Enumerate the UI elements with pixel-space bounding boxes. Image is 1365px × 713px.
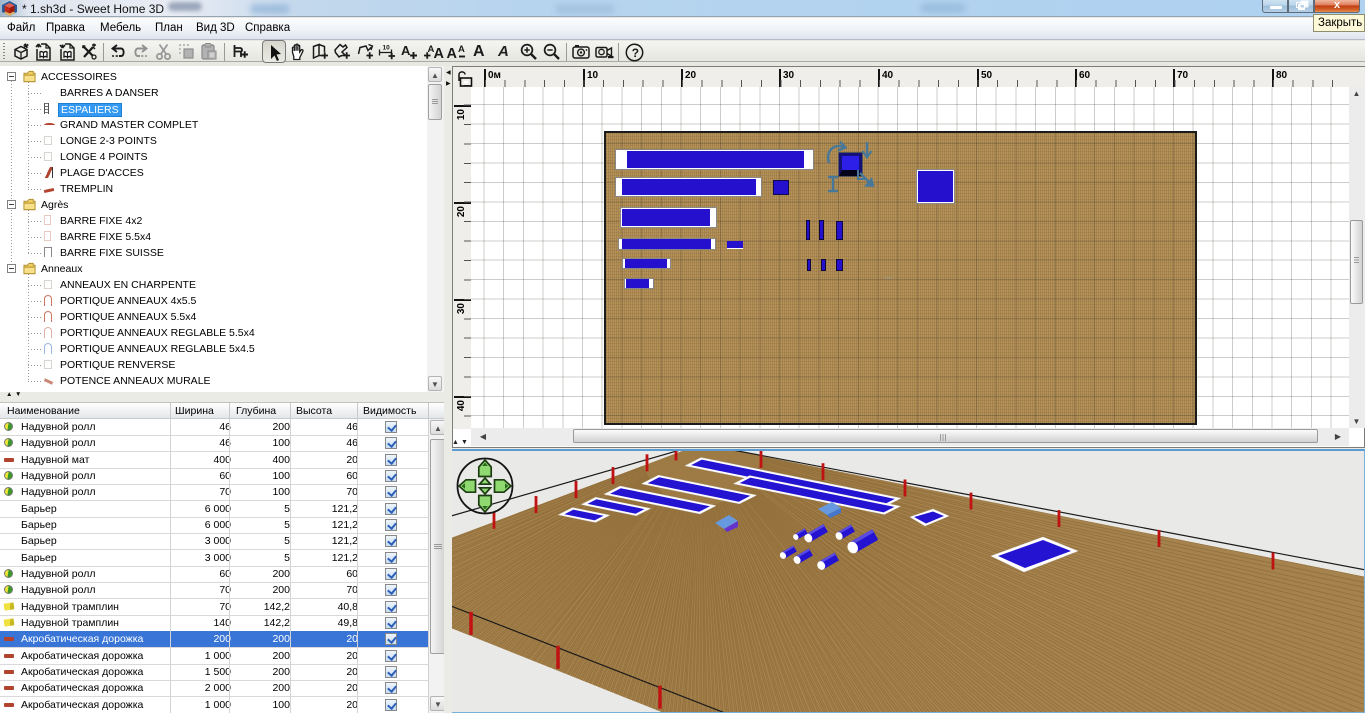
svg-text:A: A <box>458 44 465 55</box>
svg-text:A: A <box>447 46 458 61</box>
svg-text:A: A <box>434 46 445 61</box>
svg-text:?: ? <box>632 46 639 60</box>
svg-text:A: A <box>401 43 411 58</box>
svg-text:10: 10 <box>383 45 391 52</box>
